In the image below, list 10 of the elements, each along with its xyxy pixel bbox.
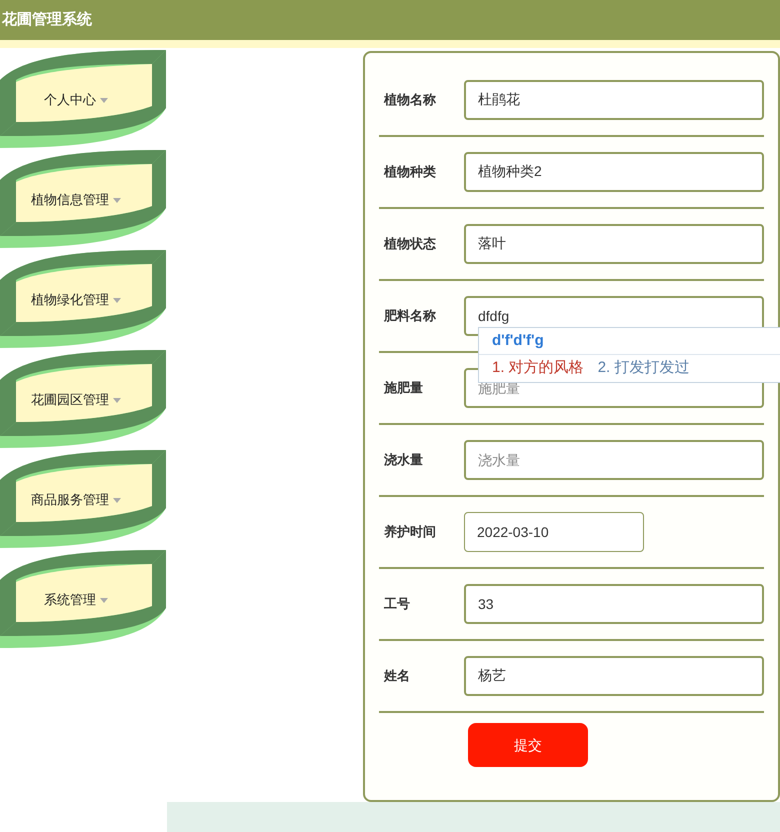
field-label: 植物状态 bbox=[384, 235, 437, 254]
field-label: 养护时间 bbox=[384, 523, 437, 542]
field-label: 浇水量 bbox=[384, 451, 424, 470]
field-label: 植物名称 bbox=[384, 91, 437, 110]
field-label: 姓名 bbox=[384, 667, 411, 686]
field-label: 肥料名称 bbox=[384, 307, 437, 326]
app-title: 花圃管理系统 bbox=[2, 10, 92, 30]
field-label: 工号 bbox=[384, 595, 411, 614]
field-label: 植物种类 bbox=[384, 163, 437, 182]
field-label: 施肥量 bbox=[384, 379, 424, 398]
